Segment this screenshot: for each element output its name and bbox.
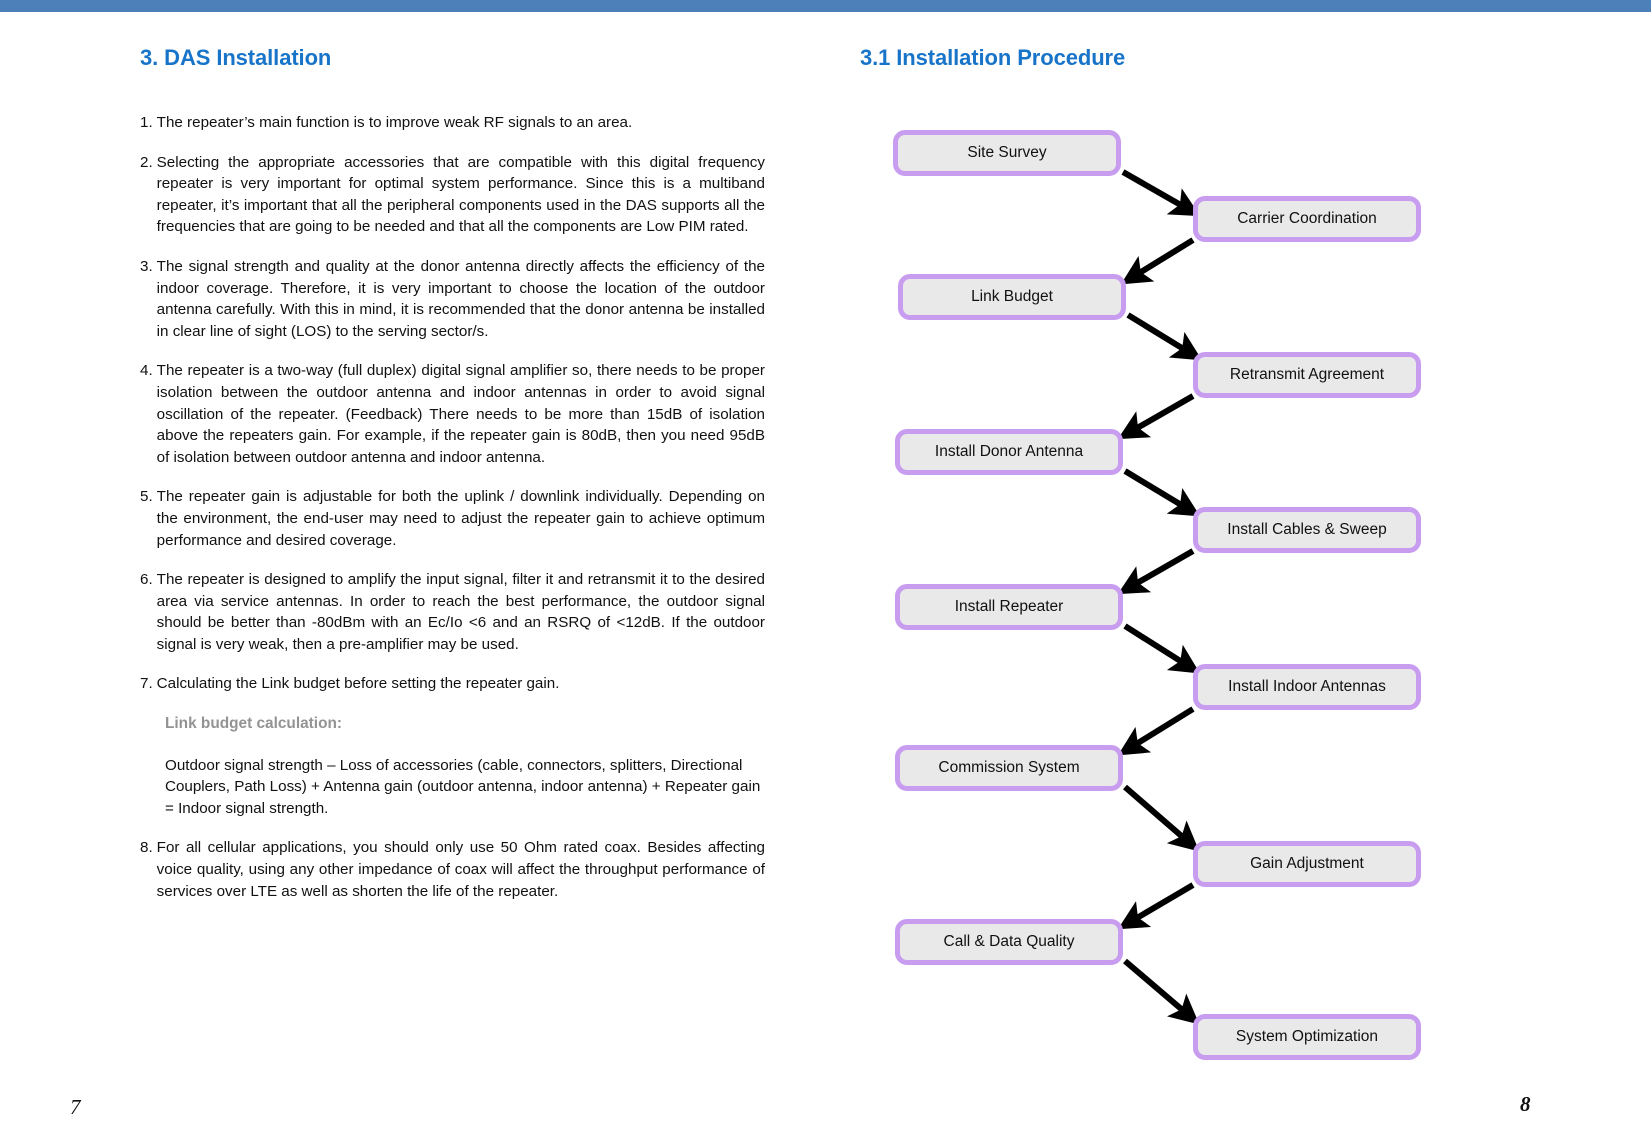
right-page: 3.1 Installation Procedure Site Survey Ca…	[820, 12, 1651, 1147]
flow-arrow-10	[1117, 882, 1195, 930]
link-budget-calculation-formula: Outdoor signal strength – Loss of access…	[165, 756, 761, 817]
list-item-number: 2.	[140, 153, 153, 171]
link-budget-calculation-title: Link budget calculation:	[165, 715, 342, 733]
flow-node-system-optimization: System Optimization	[1193, 1014, 1421, 1060]
list-item: 4. The repeater is a two-way (full duple…	[140, 360, 765, 468]
flow-arrow-11	[1123, 958, 1200, 1025]
list-item-text: The signal strength and quality at the d…	[156, 257, 765, 340]
list-item-number: 1.	[140, 114, 153, 131]
list-item: 8. For all cellular applications, you sh…	[140, 837, 765, 902]
flow-node-label: Install Repeater	[954, 598, 1064, 616]
list-item-number: 8.	[140, 839, 153, 857]
list-item-text: The repeater is a two-way (full duplex) …	[156, 362, 765, 466]
installation-procedure-flowchart: Site Survey Carrier Coordination Link Budg…	[820, 12, 1651, 1147]
list-item-number: 3.	[140, 257, 153, 275]
flow-node-label: Call & Data Quality	[943, 933, 1075, 951]
page-title-das-installation: 3. DAS Installation	[140, 45, 332, 70]
flow-node-install-donor-antenna: Install Donor Antenna	[895, 429, 1123, 475]
list-item: 6. The repeater is designed to amplify t…	[140, 569, 765, 655]
link-budget-calculation-block: Link budget calculation: Outdoor signal …	[165, 713, 765, 819]
list-item-text: The repeater is designed to amplify the …	[156, 571, 765, 653]
flow-arrow-4	[1117, 393, 1195, 440]
list-item-number: 5.	[140, 488, 153, 506]
flow-node-gain-adjustment: Gain Adjustment	[1193, 841, 1421, 887]
page-number-right: 8	[1520, 1092, 1531, 1116]
flow-node-install-repeater: Install Repeater	[895, 584, 1123, 630]
flow-node-label: Site Survey	[967, 144, 1047, 162]
flow-node-label: System Optimization	[1235, 1028, 1379, 1046]
list-item-text: Calculating the Link budget before setti…	[156, 675, 560, 693]
flow-arrow-5	[1123, 468, 1201, 517]
flow-node-label: Retransmit Agreement	[1229, 366, 1385, 384]
flow-arrow-9	[1123, 784, 1200, 852]
list-item-text: For all cellular applications, you shoul…	[156, 839, 765, 900]
flow-node-label: Commission System	[938, 759, 1080, 777]
flow-node-label: Link Budget	[971, 288, 1053, 306]
flow-node-install-cables-sweep: Install Cables & Sweep	[1193, 507, 1421, 553]
flow-node-label: Gain Adjustment	[1250, 855, 1364, 873]
flow-arrow-7	[1123, 623, 1201, 674]
flow-arrow-2	[1120, 237, 1195, 285]
list-item-number: 6.	[140, 571, 153, 589]
list-item: 3. The signal strength and quality at th…	[140, 256, 765, 342]
list-item: 2. Selecting the appropriate accessories…	[140, 152, 765, 238]
flow-node-install-indoor-antennas: Install Indoor Antennas	[1193, 664, 1421, 710]
page-number-left: 7	[70, 1095, 81, 1119]
flow-node-label: Install Indoor Antennas	[1228, 678, 1386, 696]
flow-node-link-budget: Link Budget	[898, 274, 1126, 320]
flowchart-arrows-layer	[1117, 169, 1203, 1025]
list-item-text: The repeater’s main function is to impro…	[156, 114, 633, 131]
flow-arrow-1	[1121, 169, 1201, 217]
list-item-text: The repeater gain is adjustable for both…	[156, 488, 765, 549]
list-item: 1. The repeater’s main function is to im…	[140, 112, 765, 134]
flow-node-label: Install Donor Antenna	[934, 443, 1084, 461]
flow-node-label: Install Cables & Sweep	[1227, 521, 1387, 539]
flow-node-carrier-coordination: Carrier Coordination	[1193, 196, 1421, 242]
das-installation-list: 1. The repeater’s main function is to im…	[140, 112, 765, 920]
flow-node-retransmit-agreement: Retransmit Agreement	[1193, 352, 1421, 398]
flow-node-call-data-quality: Call & Data Quality	[895, 919, 1123, 965]
list-item-number: 4.	[140, 362, 153, 380]
flow-node-commission-system: Commission System	[895, 745, 1123, 791]
top-accent-bar	[0, 0, 1651, 12]
flow-arrow-6	[1117, 548, 1195, 595]
flow-arrow-8	[1117, 706, 1195, 756]
left-page: 3. DAS Installation 1. The repeater’s ma…	[0, 12, 820, 1147]
flow-arrow-3	[1126, 312, 1203, 361]
flow-node-site-survey: Site Survey	[893, 130, 1121, 176]
flowchart-arrow-group	[1117, 169, 1203, 1025]
flow-node-label: Carrier Coordination	[1237, 210, 1377, 228]
list-item-number: 7.	[140, 675, 153, 693]
document-spread: 3. DAS Installation 1. The repeater’s ma…	[0, 0, 1651, 1147]
list-item: 7. Calculating the Link budget before se…	[140, 673, 765, 695]
list-item: 5. The repeater gain is adjustable for b…	[140, 486, 765, 551]
list-item-text: Selecting the appropriate accessories th…	[156, 153, 765, 236]
